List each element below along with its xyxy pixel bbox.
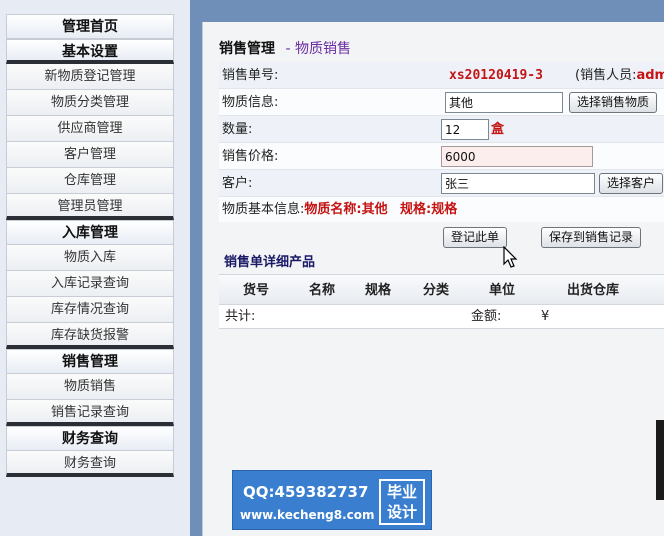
detail-section-title: 销售单详细产品 bbox=[219, 252, 664, 274]
col-goods-no: 货号 bbox=[243, 283, 270, 298]
customer-input[interactable] bbox=[441, 173, 595, 194]
sidebar-item-inventory-status[interactable]: 库存情况查询 bbox=[6, 297, 174, 323]
price-input[interactable] bbox=[441, 146, 593, 167]
quantity-label: 数量: bbox=[222, 122, 253, 137]
goods-basic-info-label: 物质基本信息: bbox=[222, 202, 305, 217]
select-customer-button[interactable]: 选择客户 bbox=[599, 173, 664, 194]
col-warehouse: 出货仓库 bbox=[567, 283, 620, 298]
order-number-row: 销售单号: xs20120419-3 (销售人员:adm bbox=[219, 62, 664, 89]
sidebar: 管理首页 基本设置 新物质登记管理 物质分类管理 供应商管理 客户管理 仓库管理… bbox=[0, 0, 190, 536]
save-to-sales-records-button[interactable]: 保存到销售记录 bbox=[541, 227, 642, 248]
sidebar-menu: 管理首页 基本设置 新物质登记管理 物质分类管理 供应商管理 客户管理 仓库管理… bbox=[6, 14, 174, 477]
menu-head-home[interactable]: 管理首页 bbox=[6, 14, 174, 39]
col-name: 名称 bbox=[309, 283, 336, 298]
customer-label: 客户: bbox=[222, 176, 253, 191]
currency-symbol: ¥ bbox=[541, 309, 550, 324]
menu-head-basic-settings[interactable]: 基本设置 bbox=[6, 39, 174, 64]
sidebar-item-finance-query[interactable]: 财务查询 bbox=[6, 451, 174, 477]
watermark-badge: 毕业 设计 bbox=[379, 479, 425, 525]
goods-input[interactable] bbox=[445, 92, 563, 113]
amount-label: 金额: bbox=[471, 309, 502, 324]
watermark-badge-line1: 毕业 bbox=[386, 483, 417, 501]
menu-head-finance[interactable]: 财务查询 bbox=[6, 426, 174, 451]
order-number-value: xs20120419-3 bbox=[449, 68, 543, 83]
menu-head-stock-in[interactable]: 入库管理 bbox=[6, 220, 174, 245]
register-order-button[interactable]: 登记此单 bbox=[443, 227, 508, 248]
detail-table-header: 货号 名称 规格 分类 单位 出货仓库 bbox=[219, 274, 664, 305]
goods-basic-info-row: 物质基本信息:物质名称:其他 规格:规格 bbox=[219, 197, 664, 222]
goods-basic-info: 物质基本信息:物质名称:其他 规格:规格 bbox=[222, 197, 457, 222]
quantity-unit: 盒 bbox=[491, 122, 505, 137]
total-label: 共计: bbox=[225, 309, 256, 324]
sidebar-item-customer[interactable]: 客户管理 bbox=[6, 142, 174, 168]
main-content: 销售管理 - 物质销售 销售单号: xs20120419-3 (销售人员:adm… bbox=[202, 22, 664, 536]
title-separator: - bbox=[285, 41, 291, 57]
sidebar-item-new-goods-register[interactable]: 新物质登记管理 bbox=[6, 64, 174, 90]
col-unit: 单位 bbox=[489, 283, 516, 298]
goods-name-value: 其他 bbox=[361, 202, 388, 217]
sidebar-item-warehouse[interactable]: 仓库管理 bbox=[6, 168, 174, 194]
customer-row: 客户: 选择客户 bbox=[219, 170, 664, 197]
sidebar-item-goods-stock-in[interactable]: 物质入库 bbox=[6, 245, 174, 271]
sidebar-item-sales-records[interactable]: 销售记录查询 bbox=[6, 400, 174, 426]
goods-spec-label: 规格: bbox=[400, 202, 432, 217]
seller-name: adm bbox=[636, 68, 664, 83]
quantity-row: 数量: 盒 bbox=[219, 116, 664, 143]
watermark-qq: QQ:459382737 bbox=[243, 483, 369, 501]
col-spec: 规格 bbox=[365, 283, 392, 298]
goods-spec-value: 规格 bbox=[431, 202, 458, 217]
goods-name-label: 物质名称: bbox=[304, 202, 362, 217]
sidebar-item-supplier[interactable]: 供应商管理 bbox=[6, 116, 174, 142]
page-subtitle: 物质销售 bbox=[294, 41, 351, 57]
goods-row: 物质信息: 选择销售物质 bbox=[219, 89, 664, 116]
sidebar-item-admin[interactable]: 管理员管理 bbox=[6, 194, 174, 220]
watermark-badge-line2: 设计 bbox=[386, 503, 417, 521]
mouse-cursor-icon bbox=[503, 246, 518, 268]
col-category: 分类 bbox=[423, 283, 450, 298]
seller-prefix: (销售人员: bbox=[575, 68, 637, 83]
detail-total-row: 共计: 金额: ¥ bbox=[219, 305, 664, 329]
menu-head-sales[interactable]: 销售管理 bbox=[6, 349, 174, 374]
sidebar-item-shortage-alert[interactable]: 库存缺货报警 bbox=[6, 323, 174, 349]
action-buttons-row: 登记此单 保存到销售记录 bbox=[219, 222, 664, 252]
price-row: 销售价格: bbox=[219, 143, 664, 170]
goods-label: 物质信息: bbox=[222, 95, 279, 110]
quantity-input[interactable] bbox=[441, 119, 489, 140]
sidebar-item-goods-sales[interactable]: 物质销售 bbox=[6, 374, 174, 400]
sales-form-panel: 销售管理 - 物质销售 销售单号: xs20120419-3 (销售人员:adm… bbox=[219, 36, 664, 329]
page-title-main: 销售管理 bbox=[219, 41, 275, 57]
window-edge-shadow bbox=[656, 420, 664, 500]
watermark-site: www.kecheng8.com bbox=[240, 508, 375, 522]
seller-info: (销售人员:adm bbox=[575, 62, 664, 89]
order-number-label: 销售单号: bbox=[222, 68, 279, 83]
sidebar-item-stock-in-records[interactable]: 入库记录查询 bbox=[6, 271, 174, 297]
watermark-banner: QQ:459382737 www.kecheng8.com 毕业 设计 bbox=[232, 470, 432, 530]
select-goods-button[interactable]: 选择销售物质 bbox=[569, 92, 658, 113]
sidebar-item-goods-category[interactable]: 物质分类管理 bbox=[6, 90, 174, 116]
price-label: 销售价格: bbox=[222, 149, 279, 164]
page-title: 销售管理 - 物质销售 bbox=[219, 36, 664, 62]
